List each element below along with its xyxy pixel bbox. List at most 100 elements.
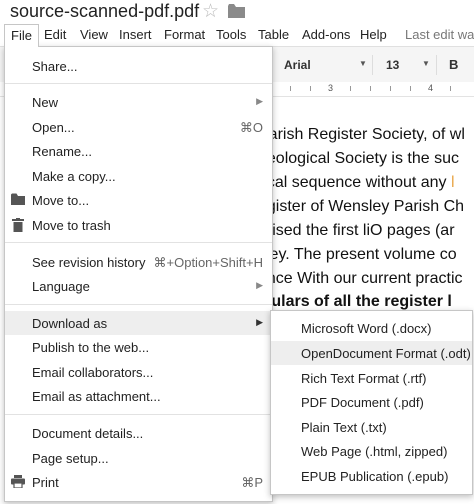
menu-edit[interactable]: Edit — [38, 24, 72, 46]
download-docx-item[interactable]: Microsoft Word (.docx) — [271, 316, 472, 340]
font-size-select[interactable]: 13 — [386, 58, 399, 72]
download-epub-item[interactable]: EPUB Publication (.epub) — [271, 464, 472, 488]
menu-item-email-collaborators[interactable]: Email collaborators... — [5, 360, 272, 384]
trash-icon — [12, 218, 24, 232]
ruler-tick — [310, 86, 311, 91]
menu-table[interactable]: Table — [252, 24, 295, 46]
font-family-dropdown-icon[interactable]: ▼ — [359, 59, 367, 68]
shortcut-label: ⌘O — [239, 120, 263, 135]
menu-item-email-attachment[interactable]: Email as attachment... — [5, 384, 272, 408]
menu-item-label: Rich Text Format (.rtf) — [301, 371, 427, 386]
document-line: sley. The present volume co — [258, 246, 457, 263]
submenu-arrow-icon: ▶ — [256, 96, 263, 106]
menu-item-label: Open... — [32, 120, 75, 135]
ruler-tick — [450, 86, 451, 91]
printer-icon — [11, 475, 25, 488]
menu-item-label: Publish to the web... — [32, 340, 150, 355]
menu-separator — [5, 83, 272, 84]
document-line: ance With our current practic — [258, 270, 463, 287]
menu-item-move-to[interactable]: Move to... — [5, 188, 272, 212]
menu-item-open[interactable]: Open... ⌘O — [5, 115, 272, 139]
star-icon[interactable]: ☆ — [202, 0, 219, 23]
ruler-tick — [290, 86, 291, 91]
menu-item-document-details[interactable]: Document details... — [5, 421, 272, 445]
menu-item-label: Web Page (.html, zipped) — [301, 444, 448, 459]
ruler-tick — [410, 86, 411, 91]
toolbar-divider — [372, 55, 373, 75]
document-title[interactable]: source-scanned-pdf.pdf — [10, 1, 199, 22]
download-as-submenu: Microsoft Word (.docx) OpenDocument Form… — [270, 310, 473, 495]
document-line: prised the first liO pages (ar — [258, 222, 455, 239]
folder-icon[interactable] — [228, 4, 245, 18]
menu-item-rename[interactable]: Rename... — [5, 139, 272, 163]
menu-view[interactable]: View — [74, 24, 114, 46]
font-family-select[interactable]: Arial — [284, 58, 311, 72]
highlighted-text: l — [451, 174, 455, 191]
menu-item-label: New — [32, 95, 59, 110]
menu-separator — [5, 242, 272, 243]
menu-item-print[interactable]: Print ⌘P — [5, 470, 272, 494]
ruler-tick — [390, 86, 391, 91]
menu-file[interactable]: File — [4, 24, 39, 47]
menu-item-label: Download as — [32, 316, 108, 331]
menu-item-new[interactable]: New ▶ — [5, 90, 272, 114]
menu-item-label: Page setup... — [32, 451, 109, 466]
menu-item-download-as[interactable]: Download as ▶ — [5, 311, 272, 335]
menu-item-label: Move to... — [32, 193, 90, 208]
document-line: rical sequence without any l — [258, 174, 455, 192]
menu-item-label: Document details... — [32, 426, 144, 441]
download-txt-item[interactable]: Plain Text (.txt) — [271, 415, 472, 439]
menu-item-label: Email as attachment... — [32, 389, 161, 404]
ruler-number: 3 — [328, 83, 334, 93]
submenu-arrow-icon: ▶ — [256, 317, 263, 327]
menu-item-publish[interactable]: Publish to the web... — [5, 335, 272, 359]
toolbar-divider — [436, 55, 437, 75]
menu-item-label: Plain Text (.txt) — [301, 420, 387, 435]
file-menu: Share... New ▶ Open... ⌘O Rename... Make… — [4, 46, 273, 502]
document-line: egister of Wensley Parish Ch — [258, 198, 465, 215]
menu-item-label: Microsoft Word (.docx) — [301, 321, 432, 336]
menu-help[interactable]: Help — [354, 24, 393, 46]
shortcut-label: ⌘+Option+Shift+H — [153, 255, 263, 270]
submenu-arrow-icon: ▶ — [256, 280, 263, 290]
shortcut-label: ⌘P — [241, 475, 263, 490]
menu-item-share[interactable]: Share... — [5, 54, 272, 78]
menu-item-page-setup[interactable]: Page setup... — [5, 446, 272, 470]
menu-item-label: Email collaborators... — [32, 365, 154, 380]
download-rtf-item[interactable]: Rich Text Format (.rtf) — [271, 366, 472, 390]
ruler-number: 4 — [428, 83, 434, 93]
menu-addons[interactable]: Add-ons — [296, 24, 356, 46]
menu-item-label: Print — [32, 475, 59, 490]
last-edit-link[interactable]: Last edit was — [405, 24, 474, 46]
menu-item-move-to-trash[interactable]: Move to trash — [5, 213, 272, 237]
menu-format[interactable]: Format — [158, 24, 211, 46]
menu-item-label: Rename... — [32, 144, 92, 159]
ruler-tick — [370, 86, 371, 91]
menu-item-label: Language — [32, 279, 90, 294]
document-line: aeological Society is the suc — [258, 150, 459, 167]
folder-icon — [11, 193, 25, 205]
menu-separator — [5, 304, 272, 305]
menu-insert[interactable]: Insert — [113, 24, 158, 46]
menu-item-language[interactable]: Language ▶ — [5, 274, 272, 298]
menu-item-label: OpenDocument Format (.odt) — [301, 346, 471, 361]
bold-button[interactable]: B — [449, 57, 458, 72]
menu-bar: File Edit View Insert Format Tools Table… — [0, 24, 474, 47]
document-line-text: rical sequence without any — [258, 174, 451, 191]
menu-separator — [5, 414, 272, 415]
menu-item-make-copy[interactable]: Make a copy... — [5, 164, 272, 188]
download-odt-item[interactable]: OpenDocument Format (.odt) — [271, 341, 472, 365]
font-size-dropdown-icon[interactable]: ▼ — [422, 59, 430, 68]
ruler-tick — [350, 86, 351, 91]
menu-tools[interactable]: Tools — [210, 24, 252, 46]
menu-item-label: Make a copy... — [32, 169, 116, 184]
menu-item-label: See revision history — [32, 255, 146, 270]
title-bar: source-scanned-pdf.pdf ☆ — [0, 0, 474, 24]
menu-item-label: PDF Document (.pdf) — [301, 395, 424, 410]
menu-item-label: Move to trash — [32, 218, 111, 233]
download-html-item[interactable]: Web Page (.html, zipped) — [271, 439, 472, 463]
menu-item-label: EPUB Publication (.epub) — [301, 469, 449, 484]
download-pdf-item[interactable]: PDF Document (.pdf) — [271, 390, 472, 414]
menu-item-revision-history[interactable]: See revision history ⌘+Option+Shift+H — [5, 250, 272, 274]
document-line: iculars of all the register l — [258, 293, 452, 310]
